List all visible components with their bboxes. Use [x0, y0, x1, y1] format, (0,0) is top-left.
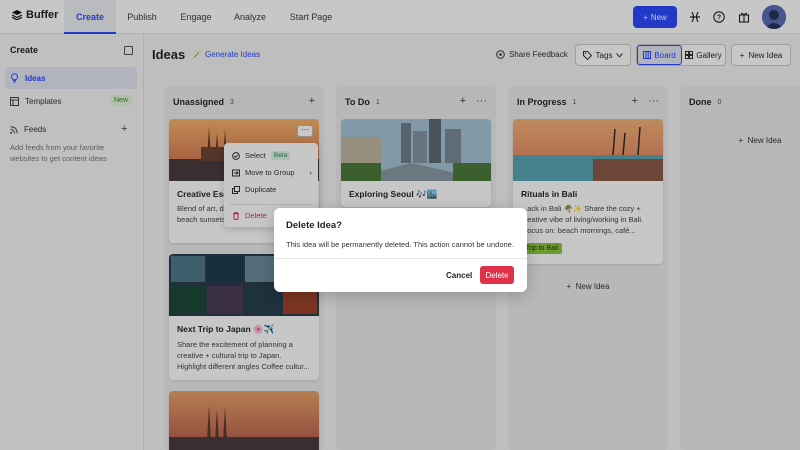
dialog-title: Delete Idea?	[286, 220, 342, 231]
dialog-divider	[274, 258, 527, 259]
delete-button[interactable]: Delete	[480, 266, 514, 284]
cancel-button[interactable]: Cancel	[446, 271, 472, 280]
dialog-message: This idea will be permanently deleted. T…	[286, 240, 514, 249]
delete-idea-dialog: Delete Idea? This idea will be permanent…	[274, 208, 527, 292]
